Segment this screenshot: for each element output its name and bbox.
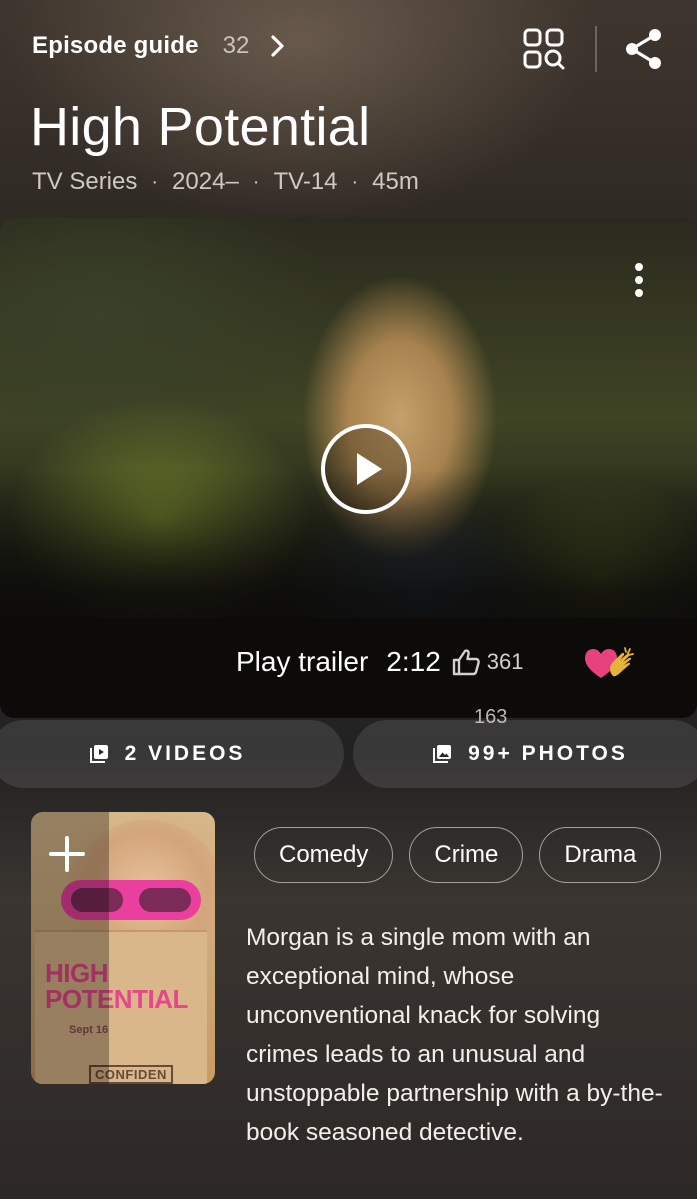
episode-guide-link[interactable]: Episode guide 32 [32, 32, 287, 60]
episode-guide-label: Episode guide [32, 32, 199, 59]
chevron-right-icon [271, 35, 284, 57]
meta-separator: · [351, 170, 359, 193]
like-button[interactable]: 361 [451, 648, 524, 676]
genre-chip-crime[interactable]: Crime [409, 827, 524, 883]
photos-button[interactable]: 99+ PHOTOS [353, 720, 697, 788]
videos-label: 2 VIDEOS [124, 742, 246, 765]
play-circle-icon[interactable] [320, 423, 412, 515]
photo-library-icon [433, 745, 452, 763]
episode-count: 32 [222, 32, 250, 59]
trailer-info: Play trailer 2:12 361 [236, 646, 523, 678]
meta-years: 2024– [172, 168, 239, 195]
more-vertical-icon[interactable] [621, 258, 657, 302]
share-button[interactable] [621, 26, 667, 72]
meta-separator: · [151, 170, 159, 193]
plus-icon[interactable] [47, 834, 87, 874]
videos-button[interactable]: 2 VIDEOS [0, 720, 344, 788]
photos-label: 99+ PHOTOS [468, 742, 628, 765]
plot-summary[interactable]: Morgan is a single mom with an exception… [246, 918, 676, 1152]
play-trailer-label[interactable]: Play trailer [236, 646, 368, 678]
share-icon [626, 29, 661, 69]
meta-rating: TV-14 [273, 168, 338, 195]
meta-runtime: 45m [372, 168, 419, 195]
like-count: 361 [486, 649, 524, 674]
video-library-icon [89, 745, 108, 763]
poster-image[interactable]: HIGH POTENTIAL Sept 16 CONFIDEN [31, 812, 215, 1084]
trailer-duration: 2:12 [386, 646, 441, 677]
genre-chip-drama[interactable]: Drama [539, 827, 662, 883]
meta-type: TV Series [32, 168, 138, 195]
thumb-up-icon [452, 649, 480, 676]
meta-separator: · [252, 170, 260, 193]
genre-chips: Comedy Crime Drama [254, 827, 664, 887]
reactions-icon[interactable] [583, 646, 639, 682]
page-title: High Potential [30, 97, 371, 157]
header: Episode guide 32 [0, 0, 697, 100]
browse-button[interactable] [521, 26, 567, 72]
media-buttons: 2 VIDEOS 99+ PHOTOS [0, 720, 697, 790]
grid-search-icon [523, 28, 565, 70]
genre-chip-comedy[interactable]: Comedy [254, 827, 394, 883]
header-divider [595, 26, 597, 72]
title-meta: TV Series · 2024– · TV-14 · 45m [32, 168, 419, 196]
trailer-card[interactable]: Play trailer 2:12 361 [0, 218, 697, 718]
